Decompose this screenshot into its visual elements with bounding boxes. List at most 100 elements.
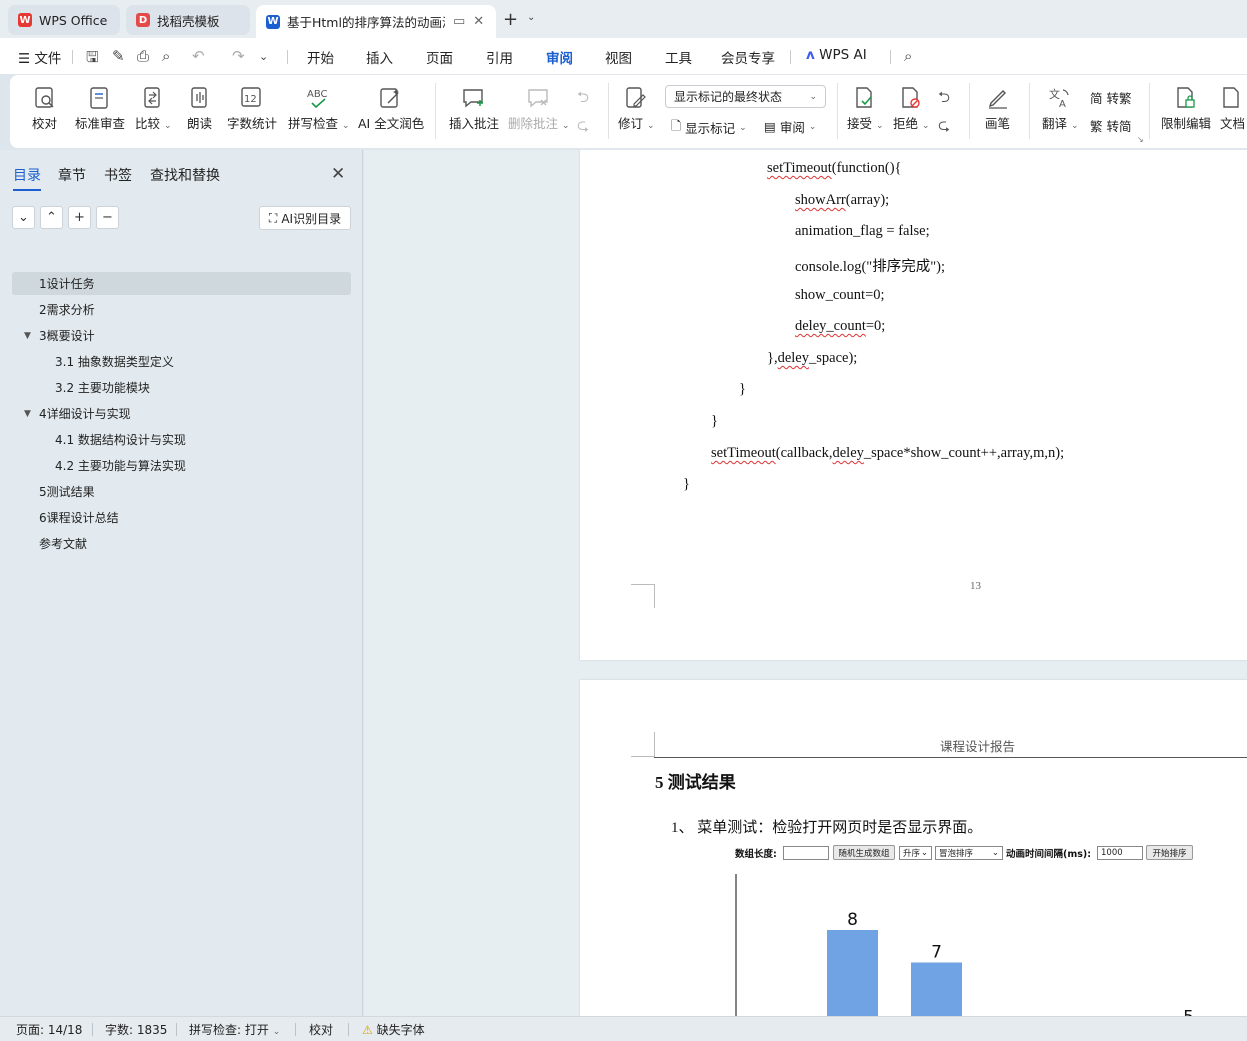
word-count-label: 字数统计: [227, 116, 278, 131]
expand-arrow-icon[interactable]: ▼: [24, 409, 31, 419]
page-indicator[interactable]: 页面: 14/18: [16, 1021, 82, 1038]
close-tab-icon[interactable]: ✕: [473, 14, 484, 29]
toc-item[interactable]: 2需求分析: [12, 298, 351, 321]
markup-state-select[interactable]: 显示标记的最终状态 ⌄: [665, 85, 826, 108]
page-14: 课程设计报告 5 测试结果 1、 菜单测试：检验打开网页时是否显示界面。 数组长…: [580, 680, 1247, 1016]
standard-review-button[interactable]: 标准审查: [75, 83, 125, 132]
menu-page[interactable]: 页面: [426, 47, 453, 67]
toc-item[interactable]: 3.2 主要功能模块: [12, 376, 351, 399]
chevron-down-icon: ⌄: [342, 121, 350, 131]
missing-font-status[interactable]: ⚠ 缺失字体: [362, 1021, 425, 1038]
menu-start[interactable]: 开始: [307, 47, 334, 67]
expand-arrow-icon[interactable]: ▼: [24, 331, 31, 341]
translate-button[interactable]: 文A 翻译 ⌄: [1042, 83, 1079, 132]
redo-icon[interactable]: ↷: [232, 47, 245, 65]
menu-review[interactable]: 审阅: [546, 47, 573, 76]
expand-up-icon[interactable]: ⌃: [40, 206, 63, 229]
toc-item[interactable]: ▼ 4详细设计与实现: [12, 402, 351, 425]
next-change-icon[interactable]: ⮎: [938, 115, 950, 140]
code-line: console.log("排序完成");: [795, 259, 945, 275]
list-item: 1、 菜单测试：检验打开网页时是否显示界面。: [671, 820, 983, 836]
toc-item[interactable]: 3.1 抽象数据类型定义: [12, 350, 351, 373]
menu-tools[interactable]: 工具: [665, 47, 692, 67]
new-tab-icon[interactable]: +: [503, 9, 518, 30]
print-icon[interactable]: ⎙: [137, 47, 149, 65]
toc-item[interactable]: 参考文献: [12, 532, 351, 555]
spell-check-status[interactable]: 拼写检查: 打开 ⌄: [189, 1021, 280, 1038]
divider: [969, 83, 970, 139]
undo-icon[interactable]: ↶: [192, 47, 205, 65]
menu-file[interactable]: ☰ 文件: [18, 47, 61, 67]
menu-member[interactable]: 会员专享: [721, 47, 775, 67]
proofread-icon: [34, 83, 56, 113]
previous-comment-icon[interactable]: ⮌: [577, 87, 589, 112]
expand-corner-icon[interactable]: ↘: [1137, 135, 1144, 144]
collapse-all-icon[interactable]: ⌄: [12, 206, 35, 229]
more-dropdown-icon[interactable]: ⌄: [259, 50, 268, 63]
read-aloud-button[interactable]: 朗读: [187, 83, 212, 132]
warning-icon: ⚠: [362, 1023, 373, 1037]
toc-item[interactable]: 6课程设计总结: [12, 506, 351, 529]
toc-item[interactable]: 4.2 主要功能与算法实现: [12, 454, 351, 477]
menu-view[interactable]: 视图: [605, 47, 632, 67]
margin-corner-mark: [654, 584, 655, 608]
close-icon[interactable]: ✕: [331, 164, 345, 184]
svg-text:12: 12: [244, 94, 257, 105]
track-changes-button[interactable]: 修订 ⌄: [618, 83, 655, 132]
tab-find-replace[interactable]: 查找和替换: [150, 165, 220, 185]
chevron-down-icon: ⌄: [876, 121, 884, 131]
proofread-button[interactable]: 校对: [32, 83, 57, 132]
save-icon[interactable]: 🖫: [86, 47, 99, 72]
compare-button[interactable]: 比较 ⌄: [135, 83, 172, 132]
code-line: animation_flag = false;: [795, 223, 930, 239]
word-count-indicator[interactable]: 字数: 1835: [105, 1021, 167, 1038]
menu-insert[interactable]: 插入: [366, 47, 393, 67]
tab-toc[interactable]: 目录: [13, 165, 41, 191]
add-heading-icon[interactable]: +: [68, 206, 91, 229]
previous-change-icon[interactable]: ⮌: [938, 87, 950, 112]
document-canvas[interactable]: setTimeout(function(){showArr(array); ani…: [364, 150, 1247, 1016]
print-preview-icon[interactable]: ⌕: [162, 47, 170, 65]
review-pane-button[interactable]: ▤ 审阅 ⌄: [764, 117, 816, 136]
insert-comment-button[interactable]: 插入批注: [449, 83, 499, 132]
toc-item[interactable]: 5测试结果: [12, 480, 351, 503]
remove-heading-icon[interactable]: −: [96, 206, 119, 229]
tab-list-dropdown-icon[interactable]: ⌄: [527, 12, 535, 23]
pen-label: 画笔: [985, 116, 1011, 131]
wps-ai-label: WPS AI: [819, 47, 867, 63]
menu-wps-ai[interactable]: ʌ WPS AI: [806, 47, 867, 63]
spell-check-button[interactable]: ABC 拼写检查 ⌄: [288, 83, 350, 132]
next-comment-icon[interactable]: ⮎: [577, 115, 589, 140]
divider: [1029, 83, 1030, 139]
tab-wps-office[interactable]: W WPS Office: [8, 5, 120, 35]
accept-button[interactable]: 接受 ⌄: [847, 83, 884, 132]
tab-document[interactable]: W 基于Html的排序算法的动画演 ▭ ✕: [256, 5, 496, 38]
toc-item[interactable]: ▼ 3概要设计: [12, 324, 351, 347]
section-title: 5 测试结果: [655, 773, 736, 792]
spell-check-label: 拼写检查: [288, 116, 339, 131]
proofread-status[interactable]: 校对: [309, 1021, 333, 1038]
delete-comment-button[interactable]: 删除批注 ⌄: [508, 83, 570, 132]
tab-label: 找稻壳模板: [157, 13, 220, 29]
search-icon[interactable]: ⌕: [904, 47, 912, 65]
ai-toc-button[interactable]: ⛶ AI识别目录: [259, 206, 351, 230]
to-simplified-button[interactable]: 繁 转简: [1090, 116, 1132, 135]
format-painter-icon[interactable]: ✎: [112, 47, 125, 65]
tab-bookmarks[interactable]: 书签: [104, 165, 132, 185]
word-count-button[interactable]: 12 字数统计: [227, 83, 277, 132]
monitor-icon[interactable]: ▭: [453, 14, 465, 29]
pen-button[interactable]: 画笔: [985, 83, 1010, 132]
ai-polish-button[interactable]: AI 全文润色: [358, 83, 424, 132]
toc-item[interactable]: 1设计任务: [12, 272, 351, 295]
menu-reference[interactable]: 引用: [486, 47, 513, 67]
doc-button-partial[interactable]: 文档: [1220, 83, 1247, 132]
show-markup-button[interactable]: 🗋 显示标记 ⌄: [671, 117, 747, 138]
restrict-edit-button[interactable]: 限制编辑: [1161, 83, 1211, 132]
toc-item-label: 3.1 抽象数据类型定义: [55, 355, 174, 369]
reject-button[interactable]: 拒绝 ⌄: [893, 83, 930, 132]
toc-item[interactable]: 4.1 数据结构设计与实现: [12, 428, 351, 451]
page-number: 13: [970, 580, 981, 592]
tab-chapters[interactable]: 章节: [58, 165, 86, 185]
to-traditional-button[interactable]: 简 转繁: [1090, 88, 1132, 107]
tab-daoke[interactable]: D 找稻壳模板: [126, 5, 250, 35]
